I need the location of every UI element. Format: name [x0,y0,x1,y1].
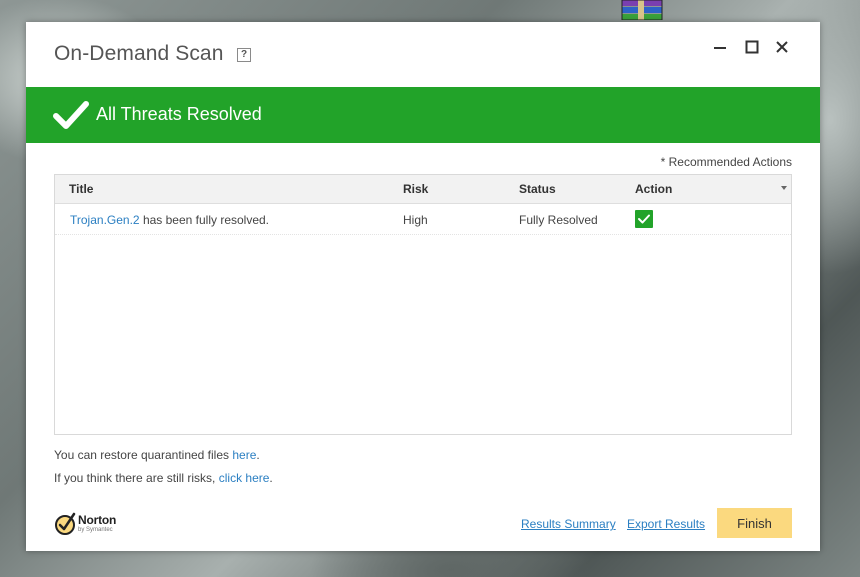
norton-logo: Norton by Symantec [54,511,134,539]
recommended-actions-note: * Recommended Actions [660,155,792,169]
restore-text: You can restore quarantined files [54,448,230,462]
close-icon[interactable] [772,37,792,57]
row-title: Trojan.Gen.2 has been fully resolved. [70,213,269,227]
column-header-title[interactable]: Title [69,182,93,196]
restore-here-link[interactable]: here [232,448,256,462]
brand-name: Norton [78,513,117,527]
risk-text: If you think there are still risks, [54,471,216,485]
finish-button[interactable]: Finish [717,508,792,538]
table-row: Trojan.Gen.2 has been fully resolved. Hi… [55,204,791,235]
column-header-status[interactable]: Status [519,182,556,196]
minimize-icon[interactable] [710,37,730,57]
help-icon[interactable]: ? [237,48,251,62]
row-title-suffix: has been fully resolved. [142,213,270,227]
row-status: Fully Resolved [519,213,598,227]
restore-line: You can restore quarantined files here. [54,448,260,462]
check-icon [53,101,89,129]
banner-text: All Threats Resolved [96,104,262,124]
winrar-archive-icon[interactable] [620,0,664,20]
action-check-icon [635,210,653,228]
status-banner: All Threats Resolved [26,87,820,143]
table-header: Title Risk Status Action [55,175,791,204]
threats-table: Title Risk Status Action Trojan.Gen.2 ha… [54,174,792,435]
results-summary-link[interactable]: Results Summary [521,517,616,531]
brand-sub: by Symantec [78,527,113,533]
maximize-icon[interactable] [742,37,762,57]
row-risk: High [403,213,428,227]
column-header-risk[interactable]: Risk [403,182,428,196]
export-results-link[interactable]: Export Results [627,517,705,531]
column-dropdown-icon[interactable] [781,186,787,190]
threat-name-link[interactable]: Trojan.Gen.2 [70,213,140,227]
click-here-link[interactable]: click here [219,471,270,485]
scan-window: On-Demand Scan ? All Threats Resolved * … [26,22,820,551]
restore-end: . [256,448,260,462]
norton-check-icon [55,512,76,535]
risk-end: . [269,471,273,485]
column-header-action[interactable]: Action [635,182,672,196]
risk-line: If you think there are still risks, clic… [54,471,273,485]
window-title: On-Demand Scan [54,42,224,65]
